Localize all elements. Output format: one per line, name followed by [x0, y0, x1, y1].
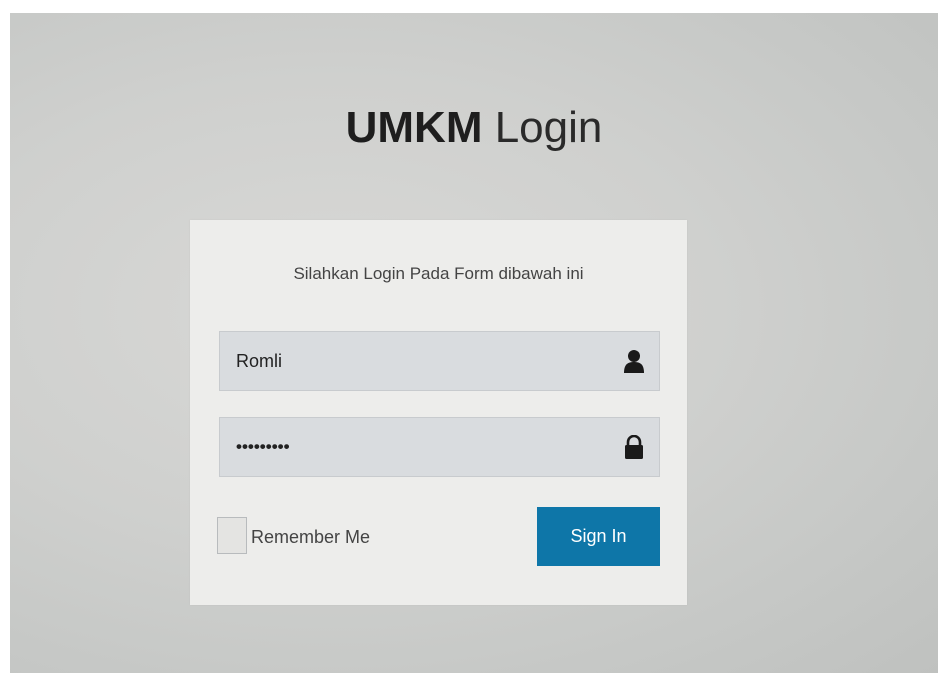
login-box: Silahkan Login Pada Form dibawah ini Rom…: [190, 220, 687, 605]
brand-light-text: Login: [482, 103, 603, 152]
brand-bold-text: UMKM: [345, 103, 483, 152]
user-icon: [623, 349, 645, 373]
sign-in-button[interactable]: Sign In: [537, 507, 660, 566]
lock-icon: [623, 434, 645, 459]
remember-me-label[interactable]: Remember Me: [251, 527, 370, 548]
password-field[interactable]: •••••••••: [219, 417, 660, 477]
login-page: UMKM Login Silahkan Login Pada Form diba…: [10, 13, 938, 673]
remember-me-checkbox[interactable]: [217, 517, 247, 554]
page-title: UMKM Login: [10, 103, 938, 153]
username-field[interactable]: Romli: [219, 331, 660, 391]
username-value[interactable]: Romli: [236, 332, 282, 390]
password-value[interactable]: •••••••••: [236, 418, 290, 476]
login-box-message: Silahkan Login Pada Form dibawah ini: [293, 264, 584, 283]
